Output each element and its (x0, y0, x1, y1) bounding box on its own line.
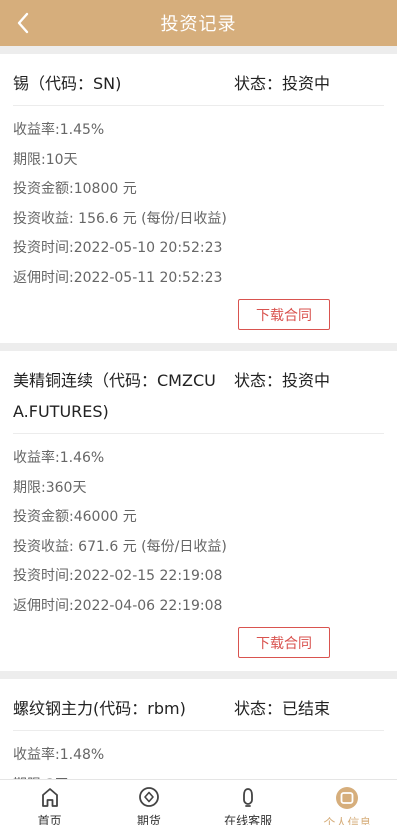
download-contract-button[interactable]: 下载合同 (238, 299, 330, 330)
yield-rate: 收益率:1.48% (13, 747, 105, 763)
futures-icon (137, 786, 161, 808)
record-actions: 下载合同 (13, 621, 384, 671)
bottom-tabbar: 首页 期货 在线客服 个人信息 (0, 779, 397, 825)
tab-label: 期货 (136, 814, 161, 825)
record-info: 收益率:1.45% 期限:10天 投资金额:10800 元 投资收益: 156.… (13, 106, 384, 293)
tab-home[interactable]: 首页 (0, 780, 99, 825)
home-icon (38, 786, 62, 808)
customer-service-icon (236, 786, 260, 808)
yield-rate: 收益率:1.45% (13, 122, 105, 138)
invest-time: 投资时间:2022-02-15 22:19:08 (13, 568, 223, 584)
back-button[interactable] (10, 10, 36, 36)
tab-label: 个人信息 (323, 816, 372, 825)
record-status: 状态：投资中 (234, 371, 331, 390)
invest-amount: 投资金额:10800 元 (13, 181, 137, 197)
yield-rate: 收益率:1.46% (13, 450, 105, 466)
record-list[interactable]: 锡（代码：SN) 状态：投资中 收益率:1.45% 期限:10天 投资金额:10… (0, 46, 397, 779)
profile-icon (335, 786, 359, 810)
download-contract-button[interactable]: 下载合同 (238, 627, 330, 658)
record-actions: 下载合同 (13, 293, 384, 343)
record-header: 螺纹钢主力(代码：rbm) 状态：已结束 (13, 679, 384, 731)
invest-income: 投资收益: 671.6 元 (每份/日收益) (13, 538, 227, 555)
invest-amount: 投资金额:46000 元 (13, 509, 137, 525)
record-name: 美精铜连续（代码：CMZCUA.FUTURES) (13, 371, 216, 421)
record-name: 锡（代码：SN) (13, 74, 122, 93)
record-info: 收益率:1.48% 期限:3天 (13, 731, 384, 779)
page-title: 投资记录 (160, 14, 237, 35)
tab-profile[interactable]: 个人信息 (298, 780, 397, 825)
record-card: 螺纹钢主力(代码：rbm) 状态：已结束 收益率:1.48% 期限:3天 (0, 679, 397, 779)
record-name: 螺纹钢主力(代码：rbm) (13, 699, 186, 718)
term: 期限:360天 (13, 479, 87, 496)
tab-label: 首页 (37, 814, 62, 825)
record-status: 状态：已结束 (234, 699, 331, 718)
tab-label: 在线客服 (224, 814, 273, 825)
tab-futures[interactable]: 期货 (99, 780, 198, 825)
invest-time: 投资时间:2022-05-10 20:52:23 (13, 240, 223, 256)
record-card: 锡（代码：SN) 状态：投资中 收益率:1.45% 期限:10天 投资金额:10… (0, 54, 397, 343)
term: 期限:10天 (13, 151, 78, 168)
top-header: 投资记录 (0, 0, 397, 46)
record-header: 锡（代码：SN) 状态：投资中 (13, 54, 384, 106)
rebate-time: 返佣时间:2022-04-06 22:19:08 (13, 597, 223, 614)
term: 期限:3天 (13, 771, 384, 780)
record-card: 美精铜连续（代码：CMZCUA.FUTURES) 状态：投资中 收益率:1.46… (0, 351, 397, 671)
invest-income: 投资收益: 156.6 元 (每份/日收益) (13, 210, 227, 227)
record-header: 美精铜连续（代码：CMZCUA.FUTURES) 状态：投资中 (13, 351, 384, 434)
chevron-left-icon (17, 12, 29, 34)
record-info: 收益率:1.46% 期限:360天 投资金额:46000 元 投资收益: 671… (13, 434, 384, 621)
tab-customer-service[interactable]: 在线客服 (199, 780, 298, 825)
record-status: 状态：投资中 (234, 74, 331, 93)
rebate-time: 返佣时间:2022-05-11 20:52:23 (13, 269, 223, 286)
